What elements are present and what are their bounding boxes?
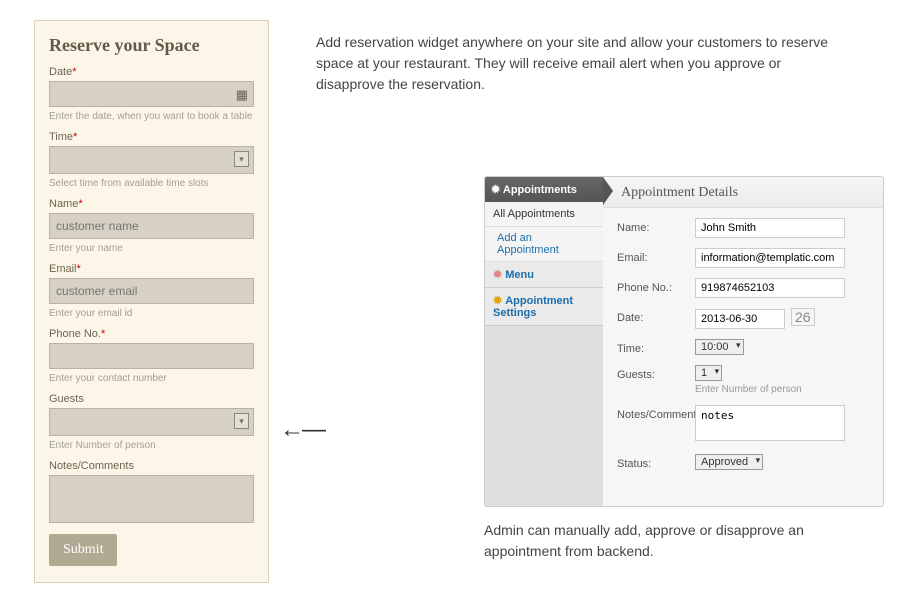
arrow-pointer-icon: ←— <box>280 416 324 444</box>
admin-panel: ✹ Appointments All Appointments Add an A… <box>484 176 884 507</box>
submit-button[interactable]: Submit <box>49 534 117 566</box>
notes-field: Notes/Comments <box>49 460 254 526</box>
admin-guests-select[interactable]: 1 <box>695 365 722 381</box>
admin-time-label: Time: <box>617 339 695 355</box>
name-hint: Enter your name <box>49 243 254 254</box>
bullet-icon: ✹ <box>493 295 502 307</box>
sidebar-add-appointment[interactable]: Add an Appointment <box>485 227 603 262</box>
name-field: Name* <box>49 198 254 239</box>
admin-main: Appointment Details Name: Email: Phone N… <box>603 177 883 506</box>
notes-label: Notes/Comments <box>49 460 254 472</box>
guests-hint: Enter Number of person <box>49 440 254 451</box>
dropdown-arrow-icon: ▾ <box>234 413 249 429</box>
email-label: Email* <box>49 263 254 275</box>
reserve-title: Reserve your Space <box>49 35 254 56</box>
reserve-widget: Reserve your Space Date* ▦ Enter the dat… <box>34 20 269 583</box>
description-bottom: Admin can manually add, approve or disap… <box>484 520 884 562</box>
time-field: Time* ▾ <box>49 131 254 174</box>
date-label: Date* <box>49 66 254 78</box>
admin-email-label: Email: <box>617 248 695 264</box>
admin-notes-textarea[interactable]: notes <box>695 405 845 441</box>
guests-select[interactable]: ▾ <box>49 408 254 436</box>
bullet-icon: ✹ <box>491 184 500 196</box>
admin-status-select[interactable]: Approved <box>695 454 763 470</box>
calendar-icon[interactable]: ▦ <box>236 87 248 103</box>
phone-label: Phone No.* <box>49 328 254 340</box>
sidebar-menu[interactable]: ✹Menu <box>485 262 603 288</box>
time-hint: Select time from available time slots <box>49 178 254 189</box>
admin-name-label: Name: <box>617 218 695 234</box>
admin-status-label: Status: <box>617 454 695 470</box>
admin-date-label: Date: <box>617 308 695 324</box>
dropdown-arrow-icon: ▾ <box>234 151 249 167</box>
description-top: Add reservation widget anywhere on your … <box>316 32 846 95</box>
notes-textarea[interactable] <box>49 475 254 523</box>
admin-title: Appointment Details <box>603 177 883 208</box>
email-hint: Enter your email id <box>49 308 254 319</box>
date-input[interactable] <box>49 81 254 107</box>
admin-phone-label: Phone No.: <box>617 278 695 294</box>
phone-field: Phone No.* <box>49 328 254 369</box>
guests-label: Guests <box>49 393 254 405</box>
email-field: Email* <box>49 263 254 304</box>
date-hint: Enter the date, when you want to book a … <box>49 111 254 122</box>
admin-date-input[interactable] <box>695 309 785 329</box>
name-label: Name* <box>49 198 254 210</box>
admin-name-input[interactable] <box>695 218 845 238</box>
sidebar-fill <box>485 326 603 506</box>
admin-time-select[interactable]: 10:00 <box>695 339 744 355</box>
sidebar-all-appointments[interactable]: All Appointments <box>485 202 603 227</box>
email-input[interactable] <box>49 278 254 304</box>
sidebar-appointment-settings[interactable]: ✹Appointment Settings <box>485 288 603 326</box>
admin-guests-label: Guests: <box>617 365 695 381</box>
admin-sidebar: ✹ Appointments All Appointments Add an A… <box>485 177 603 506</box>
time-select[interactable]: ▾ <box>49 146 254 174</box>
admin-email-input[interactable] <box>695 248 845 268</box>
admin-guests-hint: Enter Number of person <box>695 384 802 395</box>
admin-notes-label: Notes/Comments: <box>617 405 695 421</box>
date-field: Date* ▦ <box>49 66 254 107</box>
admin-phone-input[interactable] <box>695 278 845 298</box>
guests-field: Guests ▾ <box>49 393 254 436</box>
sidebar-appointments-header[interactable]: ✹ Appointments <box>485 177 603 202</box>
calendar-icon[interactable]: 26 <box>791 308 815 326</box>
time-label: Time* <box>49 131 254 143</box>
phone-input[interactable] <box>49 343 254 369</box>
name-input[interactable] <box>49 213 254 239</box>
bullet-icon: ✹ <box>493 269 502 281</box>
phone-hint: Enter your contact number <box>49 373 254 384</box>
